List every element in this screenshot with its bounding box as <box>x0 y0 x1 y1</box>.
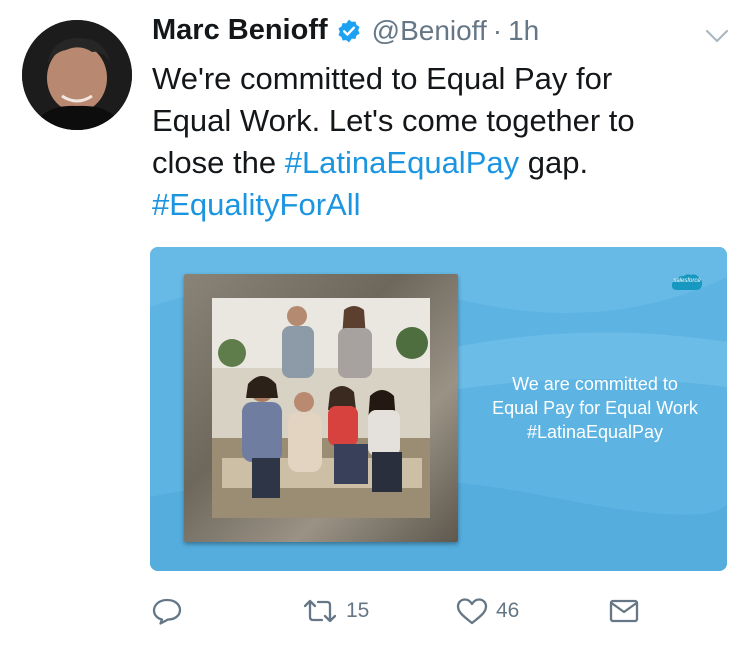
like-count: 46 <box>496 599 520 622</box>
timestamp[interactable]: 1h <box>508 15 539 47</box>
media-message-line: We are committed to <box>512 374 678 394</box>
tweet-text-line: We're committed to Equal Pay for <box>152 61 613 96</box>
like-button[interactable]: 46 <box>456 597 519 625</box>
retweet-icon <box>303 599 337 623</box>
retweet-button[interactable]: 15 <box>302 597 369 625</box>
tweet-text-line: close the #LatinaEqualPay gap. <box>152 142 712 184</box>
direct-message-button[interactable] <box>609 598 639 624</box>
display-name[interactable]: Marc Benioff <box>152 14 328 47</box>
salesforce-logo-text: salesforce <box>673 278 701 284</box>
heart-icon <box>456 598 488 625</box>
separator-dot: · <box>492 14 503 46</box>
user-handle[interactable]: @Benioff <box>372 15 487 47</box>
reply-icon <box>152 598 182 625</box>
tweet-text-segment: gap. <box>519 145 589 180</box>
media-message-line: Equal Pay for Equal Work <box>492 398 698 418</box>
hashtag-link[interactable]: #EqualityForAll <box>152 184 712 226</box>
verified-badge-icon <box>338 19 360 42</box>
group-photo <box>212 298 430 518</box>
tweet-text: We're committed to Equal Pay for Equal W… <box>152 58 712 226</box>
media-message: We are committed to Equal Pay for Equal … <box>470 372 720 444</box>
retweet-count: 15 <box>346 599 370 622</box>
reply-button[interactable] <box>152 597 182 625</box>
tweet-header: Marc Benioff @Benioff · 1h <box>152 14 539 47</box>
media-message-line: #LatinaEqualPay <box>526 422 664 442</box>
chevron-down-icon[interactable] <box>705 28 729 44</box>
hashtag-link[interactable]: #LatinaEqualPay <box>285 145 519 180</box>
salesforce-logo: salesforce <box>671 272 703 294</box>
tweet-text-line: Equal Work. Let's come together to <box>152 103 635 138</box>
tweet-text-segment: close the <box>152 145 285 180</box>
avatar[interactable] <box>22 20 132 130</box>
envelope-icon <box>609 599 639 623</box>
